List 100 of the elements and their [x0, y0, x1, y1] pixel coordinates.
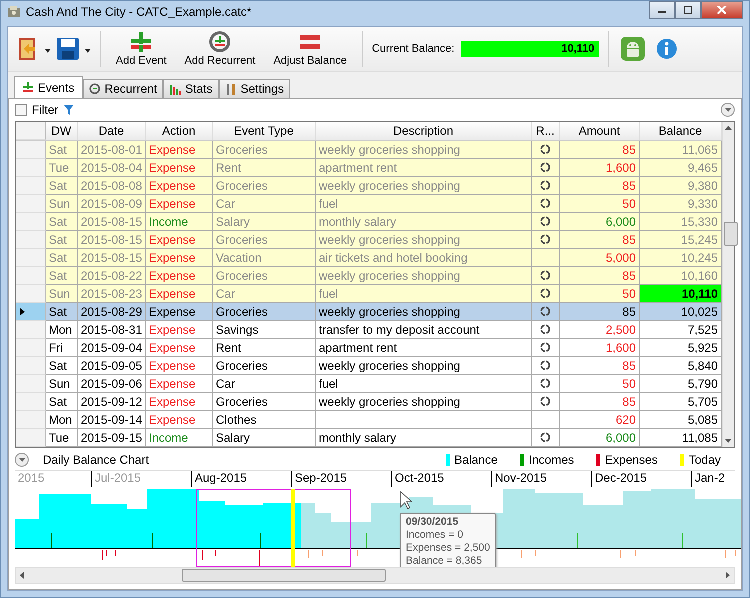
expense-tick	[322, 550, 324, 556]
expense-tick	[521, 550, 522, 558]
tools-icon	[224, 83, 237, 95]
table-cell: Tue	[46, 429, 78, 447]
table-row[interactable]: Sun 2015-08-23 Expense Car fuel 50 10,110	[16, 285, 722, 303]
table-cell: 6,000	[560, 429, 640, 447]
close-button[interactable]	[701, 1, 743, 19]
income-tick	[152, 533, 154, 549]
income-tick	[51, 533, 52, 549]
tooltip-line: Expenses = 2,500	[406, 542, 490, 555]
column-header[interactable]: Date	[78, 122, 146, 140]
bar-chart-icon	[169, 83, 182, 95]
scroll-right-icon[interactable]	[726, 572, 730, 579]
expense-tick	[308, 550, 310, 558]
expense-tick	[202, 550, 204, 560]
collapse-button[interactable]	[721, 103, 735, 117]
save-button[interactable]	[54, 35, 82, 63]
tab[interactable]: Events	[14, 76, 83, 98]
table-row[interactable]: Sat 2015-09-12 Expense Groceries weekly groceries shopping 85 5,705	[16, 393, 722, 411]
balance-bar	[695, 499, 741, 549]
expense-tick	[535, 550, 536, 556]
column-header[interactable]: Description	[316, 122, 532, 140]
table-row[interactable]: Sun 2015-08-09 Expense Car fuel 50 9,330	[16, 195, 722, 213]
plus-minus-icon	[129, 31, 154, 53]
legend-label: Today	[688, 453, 721, 467]
table-row[interactable]: Sat 2015-08-22 Expense Groceries weekly groceries shopping 85 10,160	[16, 267, 722, 285]
table-row[interactable]: Fri 2015-09-04 Expense Rent apartment rent 1,600 5,925	[16, 339, 722, 357]
legend-label: Balance	[454, 453, 498, 467]
table-row[interactable]: Sat 2015-09-05 Expense Groceries weekly groceries shopping 85 5,840	[16, 357, 722, 375]
month-label: Aug-2015	[191, 471, 291, 487]
expense-tick	[735, 550, 736, 556]
table-row[interactable]: Sat 2015-08-01 Expense Groceries weekly groceries shopping 85 11,065	[16, 141, 722, 159]
income-tick	[682, 533, 684, 549]
table-row[interactable]: Sat 2015-08-08 Expense Groceries weekly groceries shopping 85 9,380	[16, 177, 722, 195]
table-row[interactable]: Sat 2015-08-15 Income Salary monthly salary 6,000 15,330	[16, 213, 722, 231]
selection-window[interactable]	[196, 489, 352, 567]
month-label: Sep-2015	[291, 471, 391, 487]
toolbar-button[interactable]: Add Recurrent	[178, 29, 262, 69]
expense-tick	[357, 550, 358, 556]
minimize-button[interactable]	[649, 1, 675, 19]
plus-minus-icon	[22, 82, 34, 94]
scroll-left-icon[interactable]	[20, 572, 24, 579]
scroll-thumb[interactable]	[724, 222, 738, 246]
toolbar-button[interactable]: Adjust Balance	[268, 29, 354, 69]
month-label: Nov-2015	[491, 471, 591, 487]
legend-label: Expenses	[605, 453, 658, 467]
filter-label: Filter	[32, 103, 59, 117]
toolbar-button[interactable]: Add Event	[110, 29, 173, 69]
expense-tick	[215, 550, 216, 556]
maximize-button[interactable]	[675, 1, 701, 19]
month-label: Jan-2	[691, 471, 731, 487]
recurrent-icon	[88, 83, 101, 95]
tab[interactable]: Stats	[163, 79, 219, 98]
filter-checkbox[interactable]	[15, 104, 27, 116]
info-icon	[656, 38, 678, 60]
current-balance: 10,110	[460, 41, 599, 57]
table-cell: 10,110	[640, 285, 722, 303]
caret-icon[interactable]	[45, 49, 51, 53]
table-row[interactable]: Tue 2015-08-04 Expense Rent apartment rent 1,600 9,465	[16, 159, 722, 177]
table-row[interactable]: Sat 2015-08-15 Expense Groceries weekly groceries shopping 85 15,245	[16, 231, 722, 249]
maximize-icon	[683, 6, 693, 14]
table-cell: Income	[146, 429, 213, 447]
tab[interactable]: Settings	[218, 79, 290, 98]
expense-tick	[620, 550, 622, 558]
month-label: Dec-2015	[591, 471, 691, 487]
expense-tick	[635, 550, 636, 556]
income-tick	[577, 533, 578, 549]
scroll-up-icon[interactable]	[725, 126, 732, 130]
expense-tick	[115, 550, 116, 556]
chart-title: Daily Balance Chart	[43, 453, 150, 467]
collapse-button[interactable]	[15, 453, 29, 467]
column-header[interactable]: Event Type	[213, 122, 316, 140]
column-header[interactable]: R...	[532, 122, 560, 140]
month-label: Oct-2015	[391, 471, 491, 487]
table-row[interactable]: Sat 2015-08-29 Expense Groceries weekly groceries shopping 85 10,025	[16, 303, 722, 321]
window-title: Cash And The City - CATC_Example.catc*	[26, 5, 252, 19]
table-row[interactable]: Mon 2015-08-31 Expense Savings transfer to my deposit account 2,500 7,525	[16, 321, 722, 339]
row-header[interactable]	[16, 303, 46, 321]
table-cell: monthly salary	[316, 429, 532, 447]
close-icon	[717, 6, 727, 14]
income-tick	[260, 533, 262, 549]
table-row[interactable]: Sat 2015-08-15 Expense Vacation air tickets and hotel booking 5,000 10,245	[16, 249, 722, 267]
tab[interactable]: Recurrent	[82, 79, 164, 98]
caret-icon[interactable]	[85, 49, 91, 53]
column-header[interactable]: Action	[146, 122, 213, 140]
robot-icon	[620, 36, 646, 62]
scroll-down-icon[interactable]	[725, 439, 732, 443]
table-row[interactable]: Tue 2015-09-15 Income Salary monthly salary 6,000 11,085	[16, 429, 722, 447]
tooltip-title: 09/30/2015	[406, 516, 460, 529]
recurrent-icon	[207, 31, 234, 53]
scroll-thumb[interactable]	[182, 569, 386, 582]
table-row[interactable]: Sun 2015-09-06 Expense Car fuel 50 5,790	[16, 375, 722, 393]
horizontal-scrollbar[interactable]	[15, 567, 735, 584]
expense-tick	[259, 550, 260, 567]
column-header[interactable]: DW	[46, 122, 78, 140]
column-header[interactable]: Amount	[560, 122, 640, 140]
tooltip-line: Balance = 8,365	[406, 555, 484, 568]
table-row[interactable]: Mon 2015-09-14 Expense Clothes 620 5,085	[16, 411, 722, 429]
expense-tick	[102, 550, 104, 560]
money-icon	[7, 5, 21, 19]
